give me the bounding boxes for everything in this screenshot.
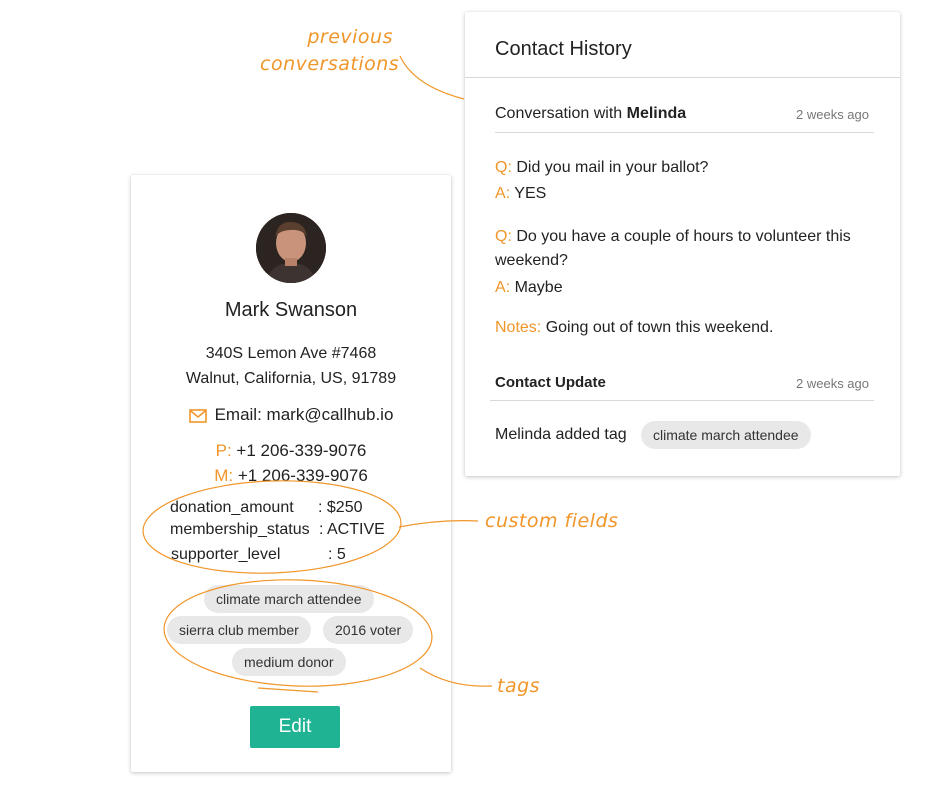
answer-text: Maybe	[514, 279, 563, 296]
tag-chip[interactable]: climate march attendee	[204, 585, 374, 613]
phone-value[interactable]: +1 206-339-9076	[236, 441, 366, 460]
update-text: Melinda added tag	[495, 426, 627, 443]
annotation-previous-line2: conversations	[260, 53, 400, 75]
contact-update-header[interactable]: Contact Update 2 weeks ago	[495, 374, 873, 391]
conversation-with: Melinda	[626, 105, 687, 122]
annotation-previous-conversations: previous conversations	[260, 24, 400, 78]
mobile-value[interactable]: +1 206-339-9076	[238, 466, 368, 485]
custom-field-key: supporter_level	[171, 546, 281, 563]
update-divider	[490, 400, 874, 401]
contact-card: Mark Swanson 340S Lemon Ave #7468 Walnut…	[131, 175, 451, 772]
conversation-divider	[495, 132, 874, 133]
answer-text: YES	[514, 185, 547, 202]
conversation-prefix: Conversation with	[495, 105, 623, 122]
address-line2: Walnut, California, US, 91789	[185, 370, 397, 387]
annotation-previous-line1: previous	[307, 26, 393, 48]
contact-update-time: 2 weeks ago	[796, 376, 869, 391]
contact-name: Mark Swanson	[224, 299, 358, 321]
annotation-tags: tags	[497, 675, 541, 697]
custom-field-key: membership_status	[170, 521, 310, 538]
history-divider	[465, 77, 900, 78]
avatar	[256, 213, 326, 283]
history-title: Contact History	[495, 38, 632, 60]
email-label: Email:	[214, 405, 262, 424]
custom-field-value: : 5	[328, 546, 346, 563]
phone-row: P: +1 206-339-9076	[131, 441, 451, 461]
contact-history-card: Contact History Conversation with Melind…	[465, 12, 900, 476]
profile-photo-icon	[256, 213, 326, 283]
question-row: Q: Did you mail in your ballot?	[495, 156, 865, 180]
custom-field-value: : $250	[318, 499, 363, 516]
mail-icon	[188, 408, 207, 428]
question-text: Do you have a couple of hours to volunte…	[495, 228, 851, 269]
address-line1: 340S Lemon Ave #7468	[205, 345, 377, 362]
notes-text: Going out of town this weekend.	[545, 319, 774, 336]
annotation-custom-fields: custom fields	[485, 510, 619, 532]
q-label: Q:	[495, 159, 512, 176]
mobile-label: M:	[214, 466, 234, 485]
tag-chip[interactable]: 2016 voter	[323, 616, 414, 644]
answer-row: A: Maybe	[495, 276, 865, 300]
answer-row: A: YES	[495, 182, 865, 206]
notes-row: Notes: Going out of town this weekend.	[495, 316, 865, 340]
q-label: Q:	[495, 228, 512, 245]
update-tag-chip[interactable]: climate march attendee	[641, 421, 811, 449]
conversation-time: 2 weeks ago	[796, 107, 869, 122]
tag-chip[interactable]: medium donor	[232, 648, 346, 676]
contact-update-title: Contact Update	[495, 374, 606, 391]
email-row: Email: mark@callhub.io	[131, 405, 451, 428]
mobile-row: M: +1 206-339-9076	[131, 466, 451, 486]
email-value[interactable]: mark@callhub.io	[267, 405, 394, 424]
a-label: A:	[495, 279, 511, 296]
custom-field-key: donation_amount	[170, 499, 294, 516]
phone-label: P:	[215, 441, 232, 460]
question-row: Q: Do you have a couple of hours to volu…	[495, 225, 865, 273]
question-text: Did you mail in your ballot?	[516, 159, 709, 176]
tag-chip[interactable]: sierra club member	[167, 616, 311, 644]
a-label: A:	[495, 185, 511, 202]
conversation-header[interactable]: Conversation with Melinda 2 weeks ago	[495, 105, 873, 123]
edit-button[interactable]: Edit	[250, 706, 340, 748]
custom-field-value: : ACTIVE	[319, 521, 385, 538]
notes-label: Notes:	[495, 319, 542, 336]
